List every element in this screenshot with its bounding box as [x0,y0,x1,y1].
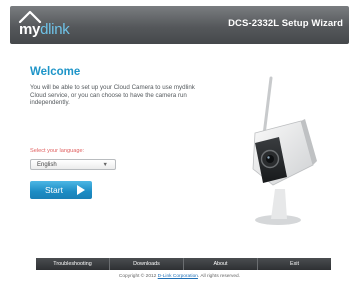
mydlink-logo: mydlink [18,9,98,41]
arrow-right-icon [77,185,85,195]
page-title: DCS-2332L Setup Wizard [228,18,343,29]
logo-dlink-text: dlink [40,21,70,38]
footer-troubleshooting-link[interactable]: Troubleshooting [36,258,110,270]
language-label: Select your language: [30,148,85,154]
welcome-heading: Welcome [30,66,81,78]
copyright-suffix: . All rights reserved. [197,274,241,279]
chevron-down-icon: ▼ [102,162,108,168]
footer-about-link[interactable]: About [184,258,258,270]
intro-text: You will be able to set up your Cloud Ca… [30,84,195,107]
logo-my-text: my [19,21,41,38]
logo-wordmark: mydlink [19,21,70,38]
footer-nav: Troubleshooting Downloads About Exit [36,258,331,270]
copyright-prefix: Copyright © 2012 [118,274,157,279]
camera-illustration [252,76,317,225]
language-selected-value: English [37,162,57,168]
main-content: Welcome You will be able to set up your … [10,44,349,256]
copyright-text: Copyright © 2012 D-Link Corporation. All… [0,274,359,279]
footer-exit-link[interactable]: Exit [258,258,331,270]
language-select[interactable]: English ▼ [30,159,116,170]
start-button-label: Start [45,185,63,195]
start-button[interactable]: Start [30,181,92,199]
header-bar: mydlink DCS-2332L Setup Wizard [10,6,349,44]
dlink-corporation-link[interactable]: D-Link Corporation [158,274,198,279]
footer-downloads-link[interactable]: Downloads [110,258,184,270]
